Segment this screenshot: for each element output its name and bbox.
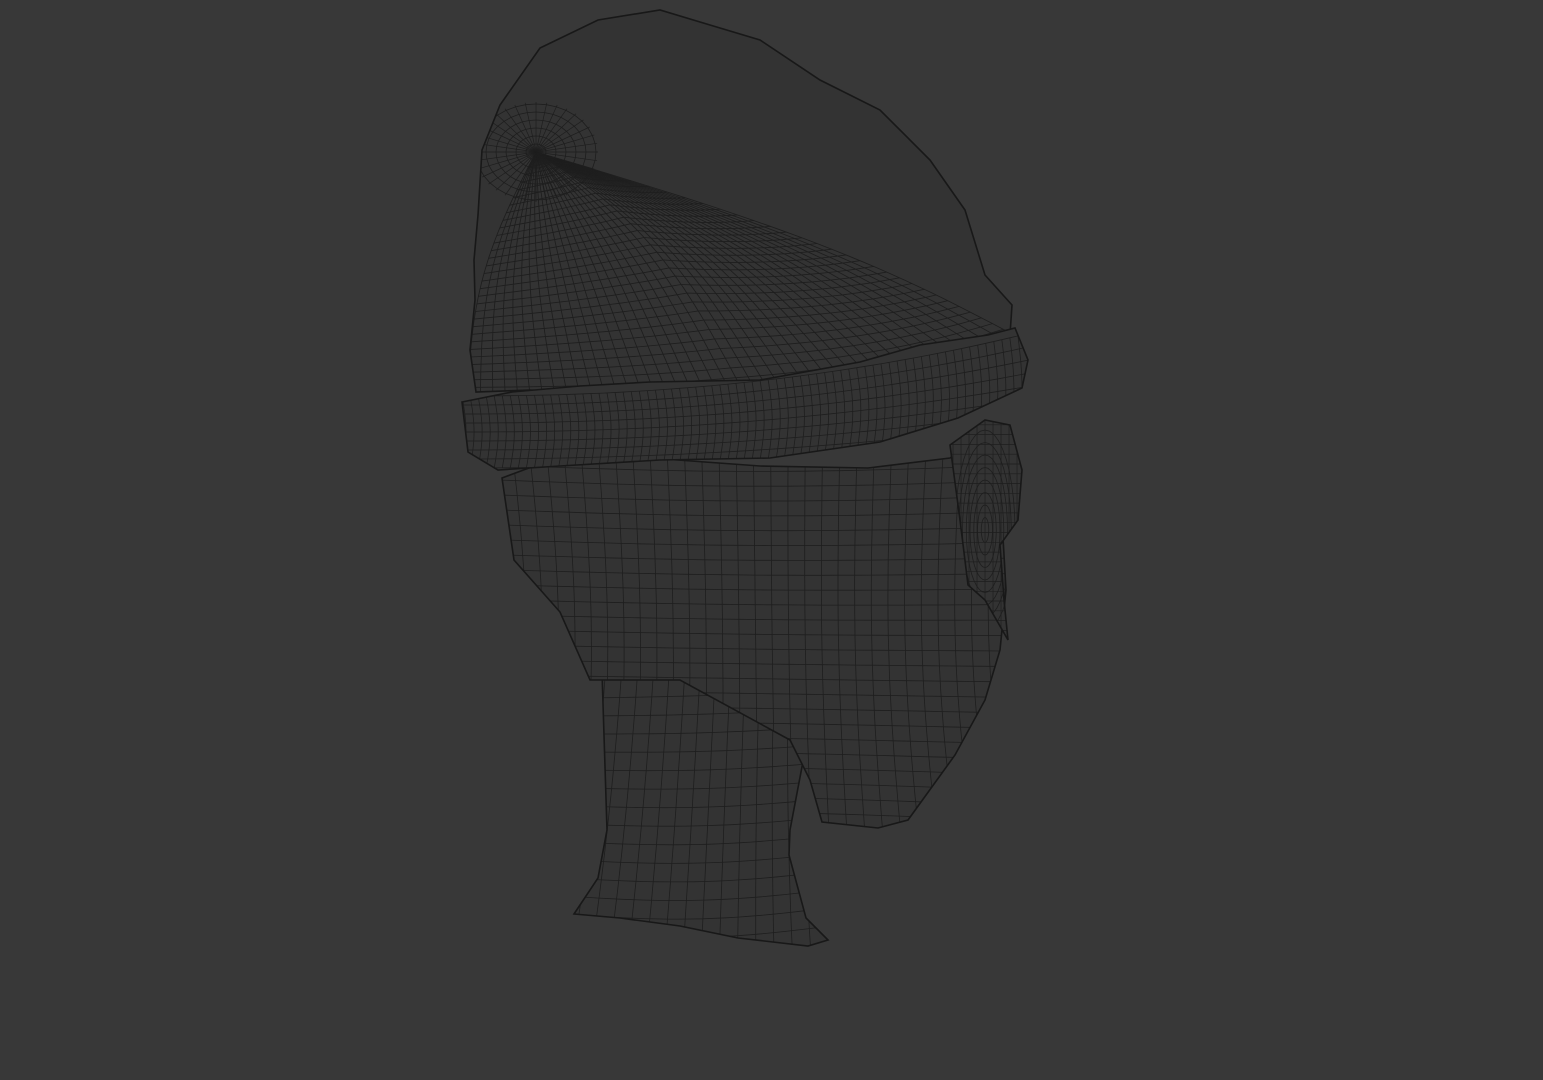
wire-edge [1025, 333, 1028, 439]
beanie-crown-surface [470, 10, 1012, 395]
wireframe-scene[interactable] [0, 0, 1543, 1080]
3d-viewport[interactable] [0, 0, 1543, 1080]
beanie-crown-mesh [469, 9, 1013, 396]
